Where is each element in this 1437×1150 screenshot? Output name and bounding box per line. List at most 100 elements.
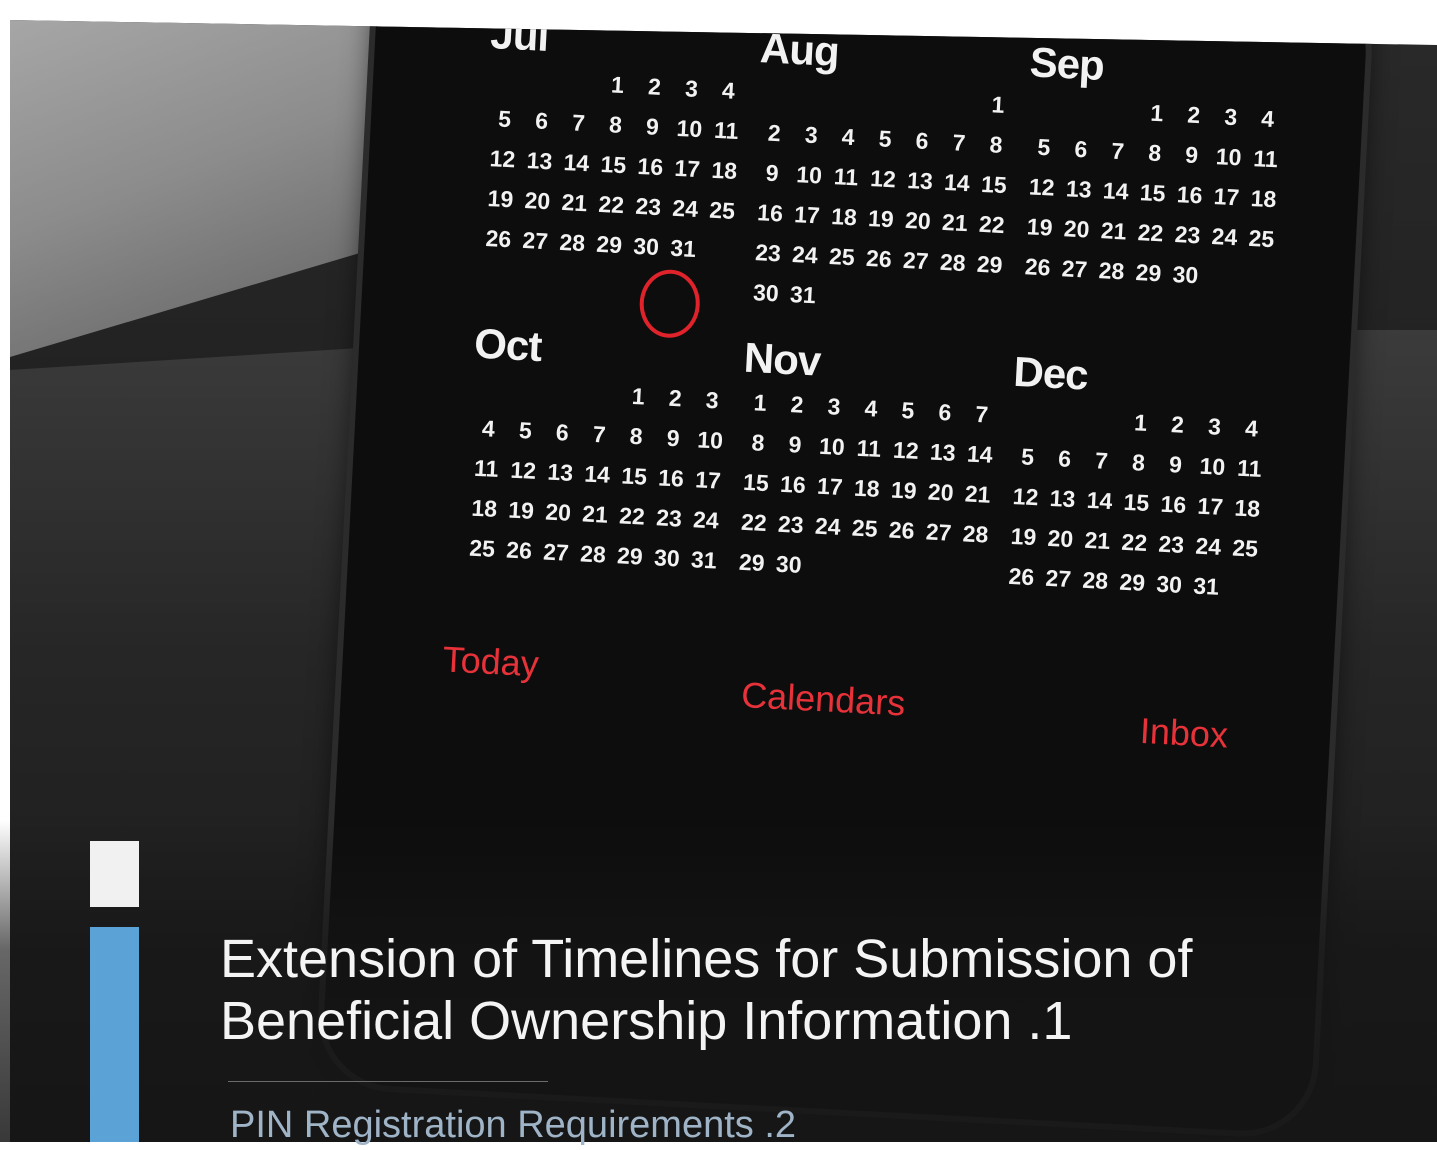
day-cell[interactable]: 5 (866, 118, 905, 160)
day-cell[interactable]: 18 (1244, 178, 1283, 220)
day-cell[interactable]: 10 (670, 108, 709, 150)
inbox-button[interactable]: Inbox (1139, 710, 1229, 757)
day-cell[interactable]: 16 (652, 457, 691, 499)
day-cell[interactable]: 21 (555, 182, 594, 224)
day-cell[interactable]: 6 (522, 100, 561, 142)
day-cell[interactable]: 3 (672, 68, 711, 110)
day-cell[interactable]: 28 (956, 513, 995, 555)
day-cell[interactable]: 7 (580, 413, 619, 455)
day-cell[interactable]: 27 (1055, 248, 1094, 290)
day-cell[interactable]: 8 (1135, 132, 1174, 174)
day-cell[interactable]: 19 (1020, 206, 1059, 248)
day-cell[interactable]: 31 (664, 227, 703, 269)
day-cell[interactable]: 15 (594, 144, 633, 186)
day-cell[interactable]: 30 (647, 537, 686, 579)
day-cell[interactable]: 20 (1041, 518, 1080, 560)
day-cell[interactable]: 6 (903, 120, 942, 162)
day-cell[interactable]: 22 (734, 501, 773, 543)
day-cell[interactable]: 14 (1096, 170, 1135, 212)
day-cell[interactable]: 15 (974, 164, 1013, 206)
day-cell[interactable]: 12 (864, 158, 903, 200)
day-cell[interactable]: 16 (1170, 174, 1209, 216)
day-cell[interactable]: 27 (919, 511, 958, 553)
day-cell[interactable]: 9 (633, 106, 672, 148)
day-cell[interactable]: 13 (1043, 478, 1082, 520)
day-cell[interactable]: 10 (691, 419, 730, 461)
day-cell[interactable]: 21 (1078, 519, 1117, 561)
today-button[interactable]: Today (442, 638, 540, 685)
day-cell[interactable]: 10 (1209, 136, 1248, 178)
day-cell[interactable]: 25 (1242, 218, 1281, 260)
day-cell[interactable]: 12 (483, 138, 522, 180)
day-cell[interactable]: 26 (1002, 556, 1041, 598)
day-cell[interactable]: 26 (500, 529, 539, 571)
day-cell[interactable]: 21 (935, 202, 974, 244)
day-cell[interactable]: 2 (635, 66, 674, 108)
day-cell[interactable]: 29 (732, 541, 771, 583)
day-cell[interactable]: 13 (900, 160, 939, 202)
day-cell[interactable]: 23 (749, 232, 788, 274)
day-cell[interactable]: 15 (736, 462, 775, 504)
day-cell[interactable]: 26 (882, 509, 921, 551)
day-cell[interactable]: 29 (590, 224, 629, 266)
day-cell[interactable]: 18 (465, 487, 504, 529)
day-cell[interactable]: 7 (559, 102, 598, 144)
day-cell[interactable]: 10 (790, 154, 829, 196)
day-cell[interactable]: 19 (1004, 516, 1043, 558)
day-cell[interactable]: 26 (1018, 246, 1057, 288)
day-cell[interactable]: 15 (1133, 172, 1172, 214)
day-cell[interactable]: 21 (576, 493, 615, 535)
day-cell[interactable]: 28 (553, 222, 592, 264)
day-cell[interactable]: 18 (1228, 487, 1267, 529)
day-cell[interactable]: 29 (610, 535, 649, 577)
day-cell[interactable]: 6 (1045, 438, 1084, 480)
day-cell[interactable]: 23 (1152, 523, 1191, 565)
day-cell[interactable]: 30 (769, 543, 808, 585)
day-cell[interactable]: 1 (1121, 402, 1160, 444)
day-cell[interactable]: 15 (1117, 481, 1156, 523)
day-cell[interactable]: 29 (970, 243, 1009, 285)
day-cell[interactable]: 13 (1059, 168, 1098, 210)
day-cell[interactable]: 8 (617, 415, 656, 457)
day-cell[interactable]: 4 (1232, 407, 1271, 449)
day-cell[interactable]: 11 (707, 110, 746, 152)
day-cell[interactable]: 14 (937, 162, 976, 204)
day-cell[interactable]: 14 (578, 453, 617, 495)
day-cell[interactable]: 11 (849, 427, 888, 469)
day-cell[interactable]: 26 (859, 238, 898, 280)
day-cell[interactable]: 4 (709, 70, 748, 112)
day-cell[interactable]: 8 (1119, 442, 1158, 484)
day-cell[interactable]: 7 (1082, 440, 1121, 482)
day-cell[interactable]: 17 (689, 459, 728, 501)
day-cell[interactable]: 25 (703, 189, 742, 231)
day-cell[interactable]: 22 (1115, 521, 1154, 563)
day-cell[interactable]: 20 (921, 471, 960, 513)
day-cell[interactable]: 16 (751, 192, 790, 234)
day-cell[interactable]: 30 (1166, 254, 1205, 296)
day-cell[interactable]: 29 (1113, 561, 1152, 603)
day-cell[interactable]: 22 (613, 495, 652, 537)
day-cell[interactable]: 24 (686, 499, 725, 541)
day-cell[interactable]: 17 (810, 465, 849, 507)
day-cell[interactable]: 30 (746, 272, 785, 314)
day-cell[interactable]: 27 (516, 220, 555, 262)
day-cell[interactable]: 9 (776, 424, 815, 466)
day-cell[interactable]: 13 (541, 451, 580, 493)
day-cell[interactable]: 20 (518, 180, 557, 222)
day-cell[interactable]: 3 (815, 386, 854, 428)
day-cell[interactable]: 28 (1076, 559, 1115, 601)
day-cell[interactable]: 17 (1207, 176, 1246, 218)
day-cell[interactable]: 8 (739, 422, 778, 464)
day-cell[interactable]: 9 (753, 152, 792, 194)
day-cell[interactable]: 6 (543, 411, 582, 453)
day-cell[interactable]: 2 (656, 377, 695, 419)
day-cell[interactable]: 13 (520, 140, 559, 182)
day-cell[interactable]: 23 (629, 186, 668, 228)
day-cell[interactable]: 20 (539, 491, 578, 533)
day-cell[interactable]: 14 (1080, 480, 1119, 522)
day-cell[interactable]: 19 (861, 198, 900, 240)
day-cell[interactable]: 31 (684, 539, 723, 581)
day-cell[interactable]: 1 (979, 84, 1018, 126)
day-cell[interactable]: 10 (1193, 445, 1232, 487)
day-cell[interactable]: 28 (1092, 250, 1131, 292)
